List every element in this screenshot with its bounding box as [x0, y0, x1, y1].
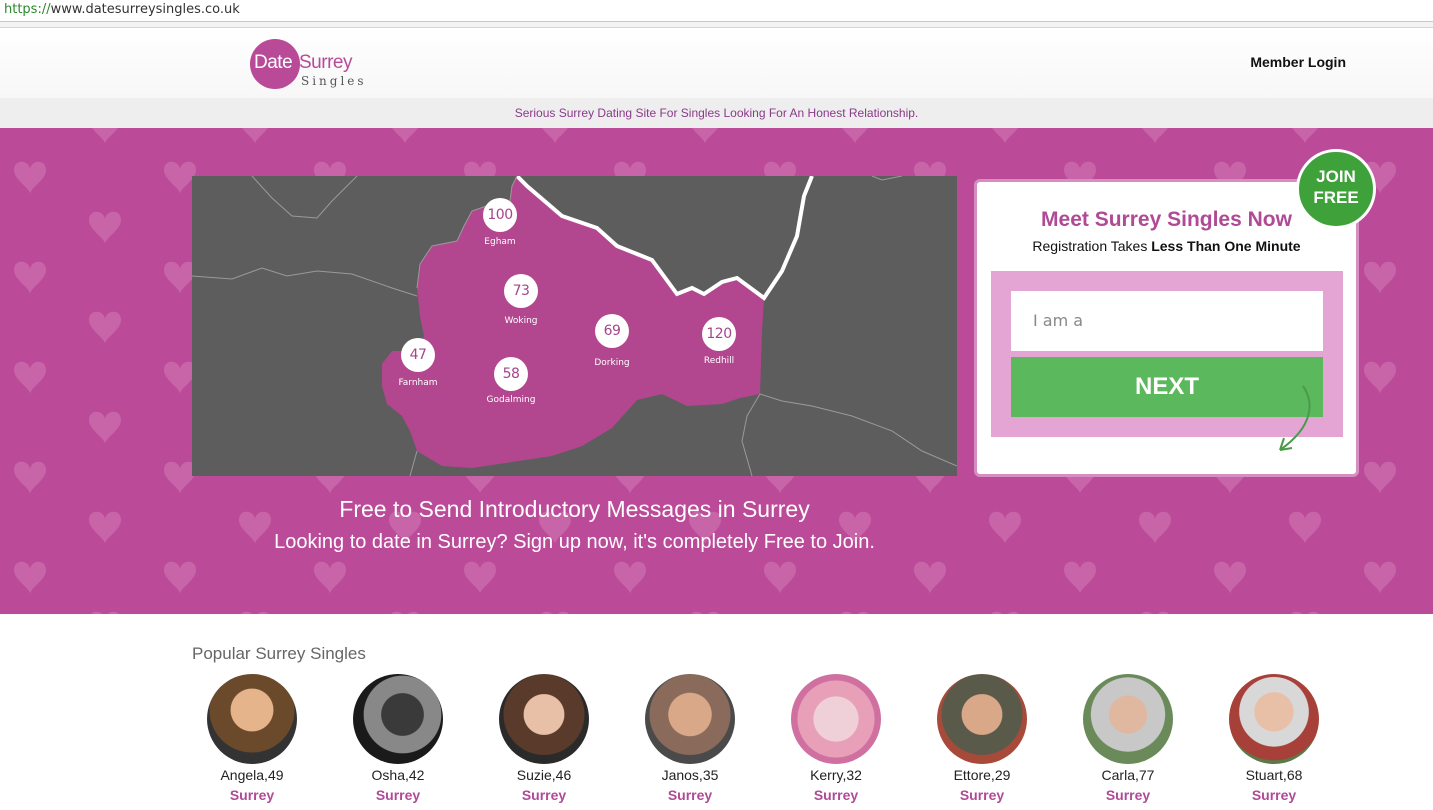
profile-name: Kerry,32	[810, 767, 862, 783]
profile-name: Carla,77	[1101, 767, 1155, 783]
site-header: Date Surrey Singles Member Login	[0, 28, 1433, 98]
profile-name: Ettore,29	[953, 767, 1011, 783]
profile-location: Surrey	[521, 787, 567, 803]
profile-card[interactable]: Osha,42 Surrey	[343, 674, 453, 803]
profile-card[interactable]: Carla,77 Surrey	[1073, 674, 1183, 803]
profile-name: Osha,42	[371, 767, 425, 783]
site-logo[interactable]: Date Surrey Singles	[250, 39, 380, 89]
map-pin-woking[interactable]: 73	[504, 274, 538, 308]
logo-date-text: Date	[254, 52, 293, 73]
profile-location: Surrey	[813, 787, 859, 803]
profile-location: Surrey	[667, 787, 713, 803]
profile-card[interactable]: Stuart,68 Surrey	[1219, 674, 1329, 803]
avatar[interactable]	[207, 674, 297, 764]
profile-card[interactable]: Angela,49 Surrey	[197, 674, 307, 803]
map-shapes	[192, 176, 957, 476]
signup-title: Meet Surrey Singles Now	[1041, 208, 1292, 231]
logo-singles-text: Singles	[301, 74, 367, 88]
profile-location: Surrey	[959, 787, 1005, 803]
map-pin-egham[interactable]: 100	[483, 198, 517, 232]
profile-location: Surrey	[229, 787, 275, 803]
avatar[interactable]	[645, 674, 735, 764]
map-pin-godalming[interactable]: 58	[494, 357, 528, 391]
gender-select[interactable]: I am a	[1011, 291, 1323, 351]
map-pin-dorking[interactable]: 69	[595, 314, 629, 348]
profile-location: Surrey	[375, 787, 421, 803]
map-pin-farnham[interactable]: 47	[401, 338, 435, 372]
address-bar[interactable]: https://www.datesurreysingles.co.uk	[0, 0, 1433, 22]
profile-location: Surrey	[1105, 787, 1151, 803]
avatar[interactable]	[1229, 674, 1319, 764]
map-label-redhill: Redhill	[703, 356, 735, 366]
popular-profiles: Angela,49 Surrey Osha,42 Surrey Suzie,46…	[192, 674, 1332, 810]
hero-heading: Free to Send Introductory Messages in Su…	[339, 496, 810, 522]
avatar[interactable]	[499, 674, 589, 764]
map-label-farnham: Farnham	[398, 378, 438, 388]
profile-name: Stuart,68	[1245, 767, 1303, 783]
profile-card[interactable]: Suzie,46 Surrey	[489, 674, 599, 803]
profile-name: Janos,35	[661, 767, 719, 783]
join-free-badge[interactable]: JOIN FREE	[1296, 149, 1376, 229]
site-tagline: Serious Surrey Dating Site For Singles L…	[0, 98, 1433, 128]
url-protocol: https://	[4, 2, 51, 17]
join-badge-line2: FREE	[1313, 188, 1359, 207]
signup-subtitle: Registration Takes Less Than One Minute	[977, 238, 1356, 254]
curved-arrow-icon	[1279, 385, 1311, 451]
surrey-map: 100 Egham 73 Woking 69 Dorking 120 Redhi…	[192, 176, 957, 476]
url-text: www.datesurreysingles.co.uk	[50, 2, 240, 17]
avatar[interactable]	[937, 674, 1027, 764]
popular-heading: Popular Surrey Singles	[192, 644, 366, 663]
map-label-godalming: Godalming	[486, 395, 536, 405]
profile-card[interactable]: Ettore,29 Surrey	[927, 674, 1037, 803]
map-pin-redhill[interactable]: 120	[702, 317, 736, 351]
map-label-woking: Woking	[504, 316, 538, 326]
avatar[interactable]	[791, 674, 881, 764]
map-label-dorking: Dorking	[594, 358, 630, 368]
profile-location: Surrey	[1251, 787, 1297, 803]
avatar[interactable]	[353, 674, 443, 764]
map-label-egham: Egham	[484, 237, 516, 247]
logo-surrey-text: Surrey	[299, 52, 352, 73]
profile-name: Angela,49	[220, 767, 284, 783]
signup-subtitle-prefix: Registration Takes	[1032, 238, 1148, 254]
avatar[interactable]	[1083, 674, 1173, 764]
hero-section: 100 Egham 73 Woking 69 Dorking 120 Redhi…	[0, 128, 1433, 614]
member-login-link[interactable]: Member Login	[1250, 54, 1346, 70]
hero-subheading: Looking to date in Surrey? Sign up now, …	[274, 531, 875, 553]
join-badge-line1: JOIN	[1316, 167, 1356, 186]
profile-card[interactable]: Janos,35 Surrey	[635, 674, 745, 803]
signup-subtitle-bold: Less Than One Minute	[1151, 238, 1301, 254]
profile-name: Suzie,46	[516, 767, 572, 783]
profile-card[interactable]: Kerry,32 Surrey	[781, 674, 891, 803]
